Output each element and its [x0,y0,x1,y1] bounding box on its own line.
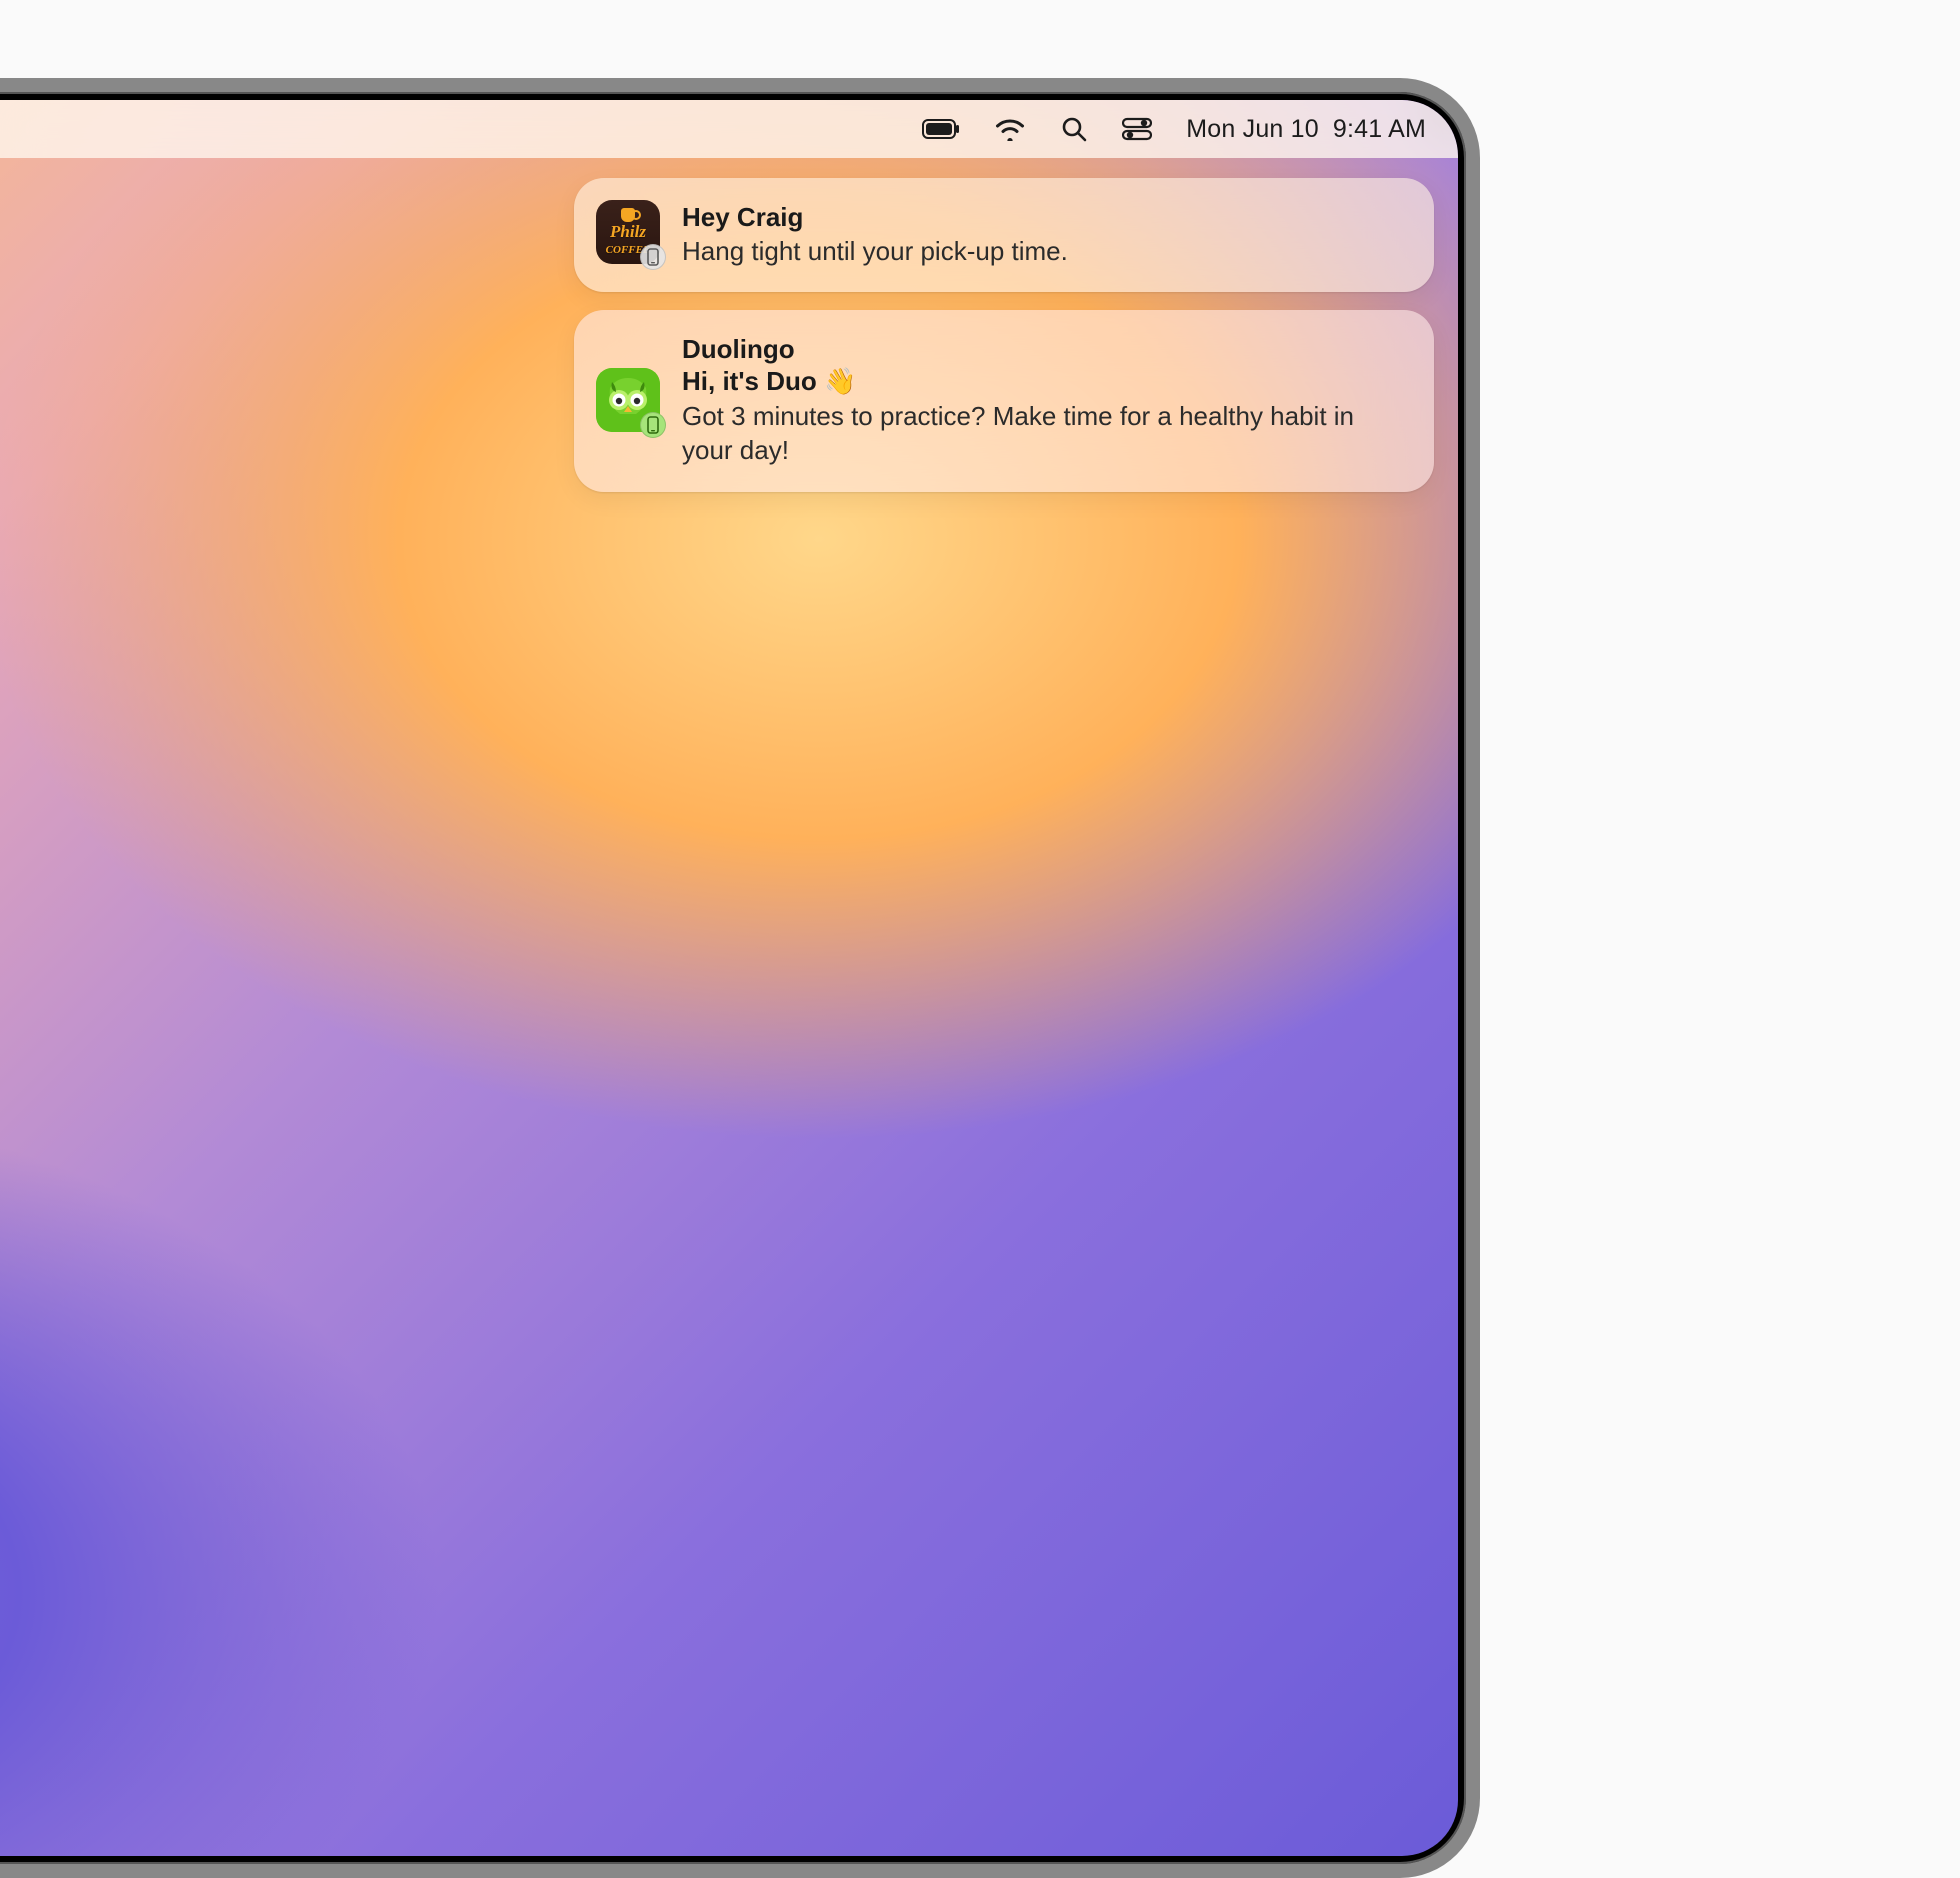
desktop-screen: Mon Jun 10 9:41 AM PhilzCOFFEE [0,100,1458,1856]
iphone-mirror-badge-icon [640,412,666,438]
wifi-icon[interactable] [994,117,1026,141]
control-center-icon[interactable] [1122,117,1152,141]
menubar-datetime[interactable]: Mon Jun 10 9:41 AM [1186,115,1426,144]
notification-subtitle: Hi, it's Duo 👋 [682,365,1406,399]
battery-icon[interactable] [922,119,960,139]
menubar: Mon Jun 10 9:41 AM [0,100,1458,158]
laptop-frame: Mon Jun 10 9:41 AM PhilzCOFFEE [0,78,1480,1878]
notification-message: Hang tight until your pick-up time. [682,234,1406,268]
notification-body: Duolingo Hi, it's Duo 👋 Got 3 minutes to… [682,332,1406,468]
menubar-date: Mon Jun 10 [1186,115,1319,144]
notification-center: PhilzCOFFEE Hey Craig Hang tight until y… [574,178,1434,492]
app-icon-wrap [596,368,660,432]
menubar-time: 9:41 AM [1333,115,1426,144]
notification-message: Got 3 minutes to practice? Make time for… [682,399,1406,468]
notification-body: Hey Craig Hang tight until your pick-up … [682,200,1406,268]
spotlight-search-icon[interactable] [1060,115,1088,143]
app-icon-wrap: PhilzCOFFEE [596,200,660,264]
notification-item[interactable]: Duolingo Hi, it's Duo 👋 Got 3 minutes to… [574,310,1434,492]
iphone-mirror-badge-icon [640,244,666,270]
notification-title: Hey Craig [682,201,1406,234]
notification-item[interactable]: PhilzCOFFEE Hey Craig Hang tight until y… [574,178,1434,292]
notification-title: Duolingo [682,333,1406,366]
